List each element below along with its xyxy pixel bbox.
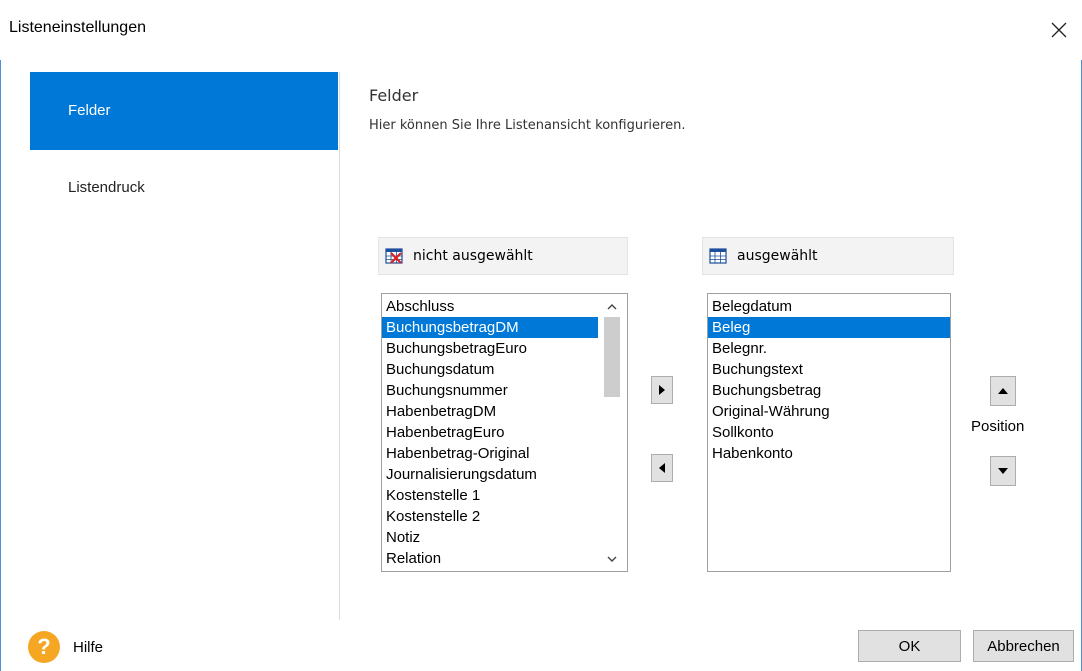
list-item[interactable]: Buchungsnummer xyxy=(382,380,597,401)
help-icon[interactable]: ? xyxy=(28,631,60,663)
list-item[interactable]: Habenkonto xyxy=(708,443,950,464)
list-item[interactable]: Notiz xyxy=(382,527,597,548)
close-icon xyxy=(1051,22,1067,38)
available-fields-items: Abschluss BuchungsbetragDM BuchungsbetragE… xyxy=(382,296,599,569)
list-item[interactable]: Sollkonto xyxy=(708,422,950,443)
available-fields-header: nicht ausgewählt xyxy=(378,237,628,275)
chevron-up-icon xyxy=(607,303,617,309)
nav-divider xyxy=(339,72,340,620)
list-item[interactable]: Belegdatum xyxy=(708,296,950,317)
window-border-left xyxy=(0,60,1,671)
add-field-button[interactable] xyxy=(651,376,673,404)
nav-item-listendruck[interactable]: Listendruck xyxy=(30,150,338,226)
list-item[interactable]: Original-Währung xyxy=(708,401,950,422)
list-item[interactable]: HabenbetragDM xyxy=(382,401,597,422)
table-remove-icon xyxy=(385,248,403,264)
available-fields-label: nicht ausgewählt xyxy=(413,248,533,264)
chevron-down-icon xyxy=(607,556,617,562)
section-title: Felder xyxy=(369,86,419,105)
list-item[interactable]: Kostenstelle 2 xyxy=(382,506,597,527)
list-item[interactable]: Relation xyxy=(382,548,597,569)
arrow-left-icon xyxy=(659,463,665,473)
list-item[interactable]: HabenbetragEuro xyxy=(382,422,597,443)
list-item[interactable]: Journalisierungsdatum xyxy=(382,464,597,485)
table-icon xyxy=(709,248,727,264)
list-item[interactable]: Buchungsbetrag xyxy=(708,380,950,401)
close-button[interactable] xyxy=(1036,14,1082,46)
scroll-thumb[interactable] xyxy=(604,317,620,397)
list-item[interactable]: Beleg xyxy=(708,317,950,338)
selected-fields-items: Belegdatum Beleg Belegnr. Buchungstext Buchu… xyxy=(708,296,950,464)
available-fields-scrollbar[interactable] xyxy=(598,295,626,570)
list-item[interactable]: Kostenstelle 1 xyxy=(382,485,597,506)
arrow-up-icon xyxy=(998,388,1008,394)
list-item[interactable]: Buchungstext xyxy=(708,359,950,380)
window-title: Listeneinstellungen xyxy=(9,19,146,36)
list-item[interactable]: BuchungsbetragEuro xyxy=(382,338,597,359)
list-item[interactable]: BuchungsbetragDM xyxy=(382,317,599,338)
cancel-button[interactable]: Abbrechen xyxy=(973,630,1074,662)
remove-field-button[interactable] xyxy=(651,454,673,482)
list-item[interactable]: Belegnr. xyxy=(708,338,950,359)
list-item[interactable]: Abschluss xyxy=(382,296,597,317)
title-bar: Listeneinstellungen xyxy=(0,0,1082,60)
section-description: Hier können Sie Ihre Listenansicht konfi… xyxy=(369,118,686,133)
ok-button[interactable]: OK xyxy=(858,630,961,662)
available-fields-list[interactable]: Abschluss BuchungsbetragDM BuchungsbetragE… xyxy=(381,293,628,572)
selected-fields-header: ausgewählt xyxy=(702,237,954,275)
move-up-button[interactable] xyxy=(990,376,1016,406)
list-item[interactable]: Habenbetrag-Original xyxy=(382,443,597,464)
position-label: Position xyxy=(971,418,1025,435)
settings-nav: Felder Listendruck xyxy=(30,72,338,226)
scroll-up-button[interactable] xyxy=(598,295,626,317)
arrow-down-icon xyxy=(998,468,1008,474)
help-label[interactable]: Hilfe xyxy=(73,639,103,656)
move-down-button[interactable] xyxy=(990,456,1016,486)
scroll-down-button[interactable] xyxy=(598,548,626,570)
nav-item-felder[interactable]: Felder xyxy=(30,72,338,150)
arrow-right-icon xyxy=(659,385,665,395)
selected-fields-label: ausgewählt xyxy=(737,248,818,264)
list-item[interactable]: Buchungsdatum xyxy=(382,359,597,380)
selected-fields-list[interactable]: Belegdatum Beleg Belegnr. Buchungstext Buchu… xyxy=(707,293,951,572)
